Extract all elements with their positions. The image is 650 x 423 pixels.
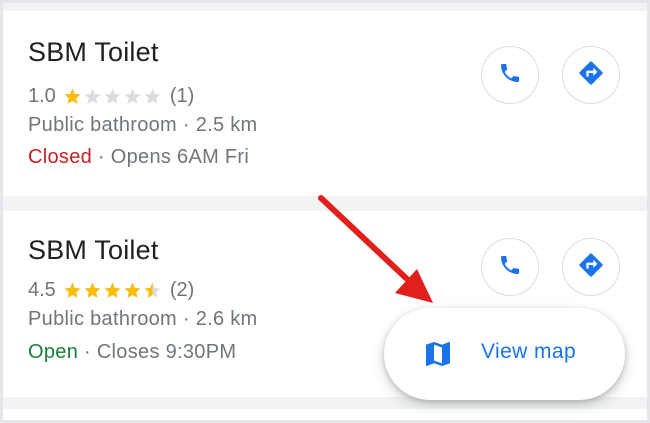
annotation-arrow xyxy=(318,195,433,303)
search-results-list: SBM Toilet 1.0 (1) Public bathroom · 2.5… xyxy=(3,3,647,420)
